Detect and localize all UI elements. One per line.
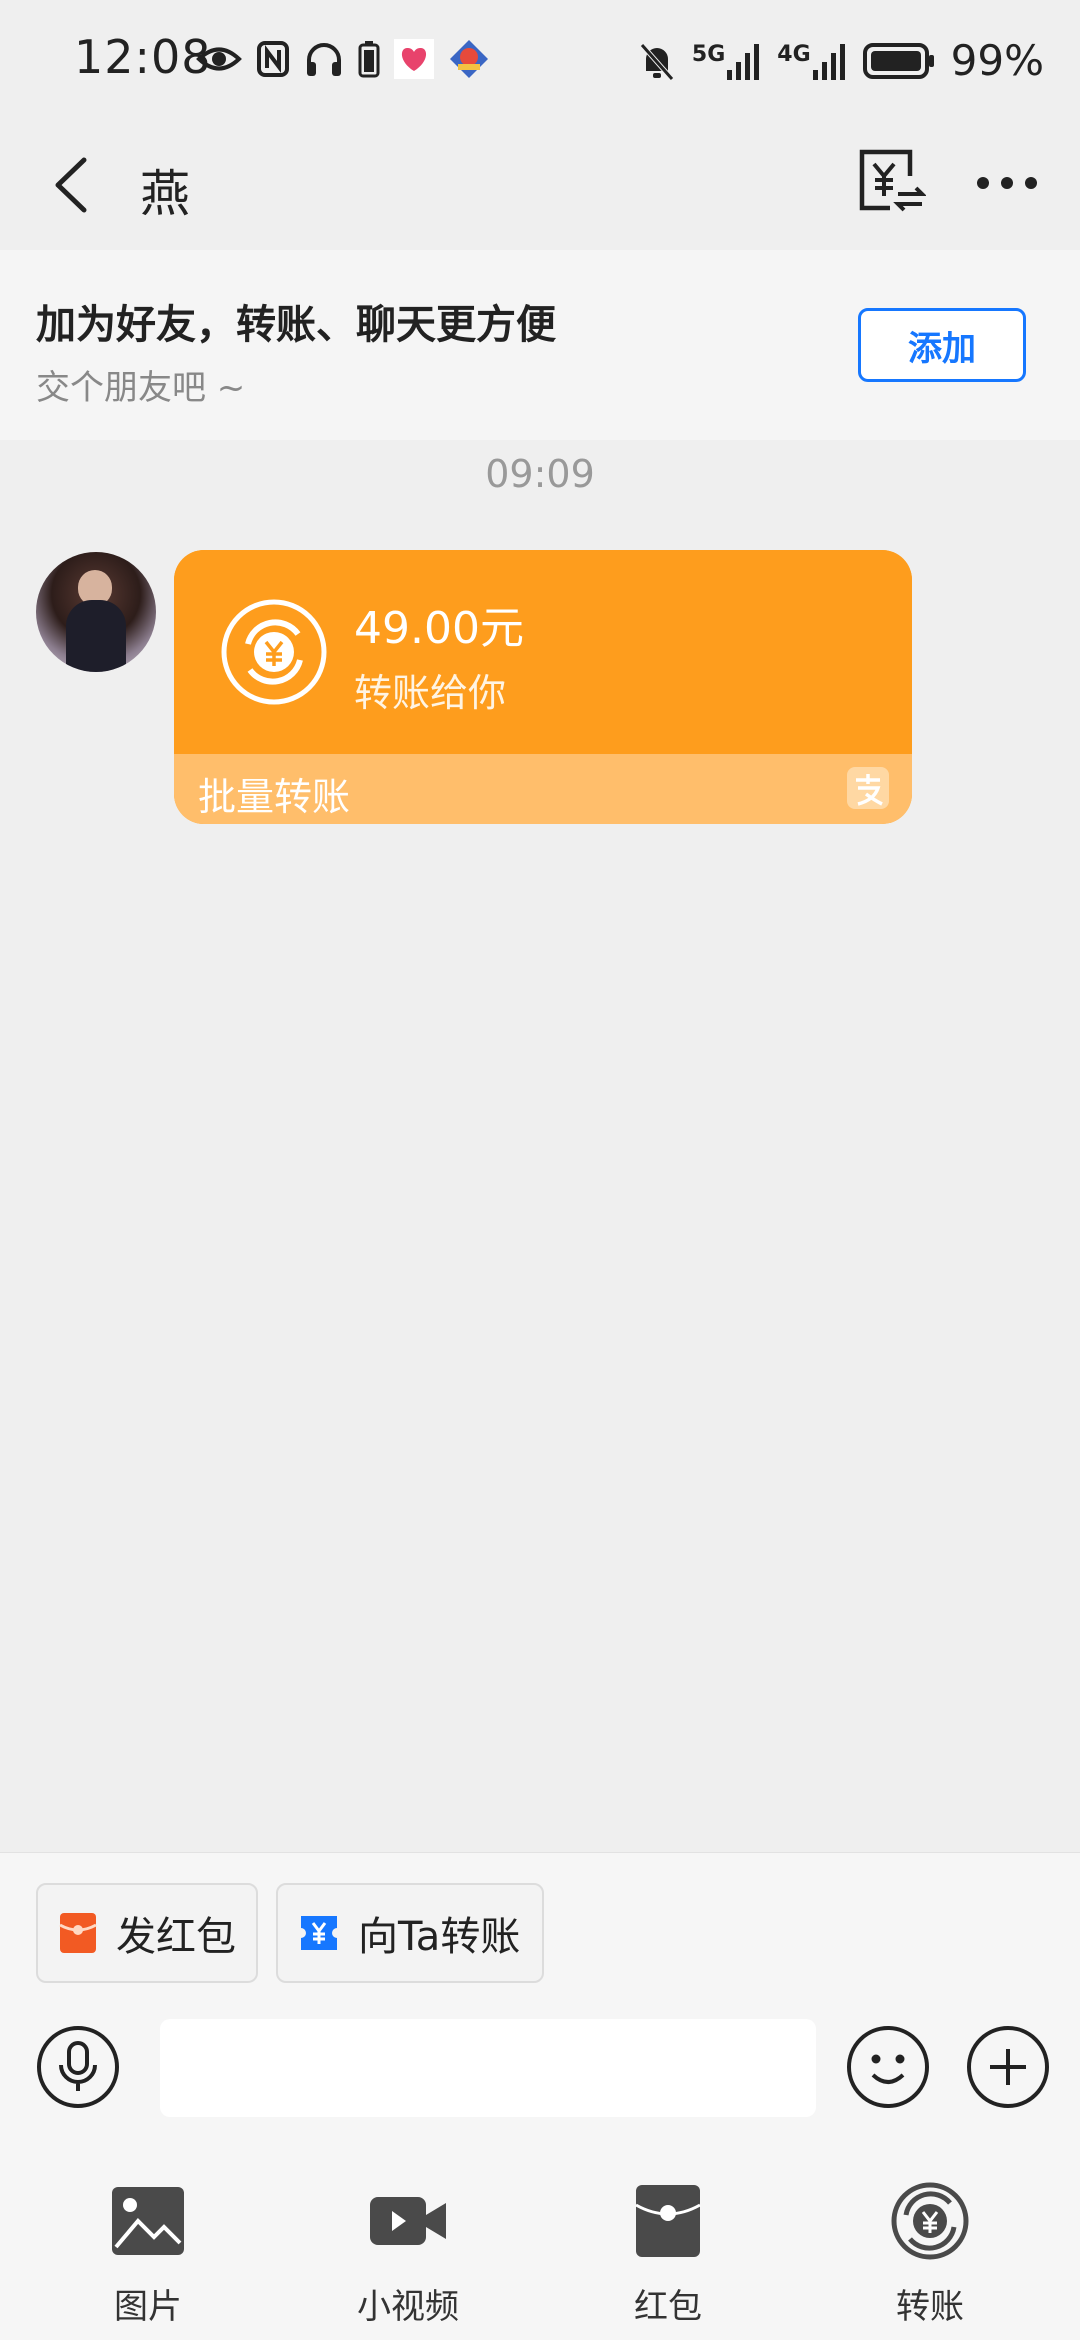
tool-short-video[interactable]: 小视频 [308, 2173, 508, 2340]
yuan-exchange-icon [859, 149, 927, 212]
message-timestamp: 09:09 [485, 452, 595, 496]
banner-subtitle: 交个朋友吧 ~ [36, 368, 246, 408]
signal-5g: 5G [692, 42, 761, 80]
transfer-amount: 49.00元 [354, 603, 524, 654]
redpacket-icon [635, 2185, 701, 2257]
redpacket-icon [59, 1913, 97, 1953]
add-friend-banner: 加为好友，转账、聊天更方便 交个朋友吧 ~ 添加 [0, 250, 1080, 440]
banner-title: 加为好友，转账、聊天更方便 [36, 302, 556, 348]
tool-redpacket[interactable]: 红包 [568, 2173, 768, 2340]
back-button[interactable] [40, 150, 110, 220]
network-5g-label: 5G [691, 41, 726, 67]
app-badge-icon [450, 40, 488, 78]
signal-bars-icon [727, 43, 760, 80]
battery-percent: 99% [950, 36, 1044, 85]
message-input[interactable] [160, 2019, 816, 2117]
video-camera-icon [370, 2197, 446, 2245]
avatar[interactable] [36, 552, 156, 672]
batch-transfer-label: 批量转账 [198, 775, 351, 819]
more-options-button[interactable] [972, 148, 1042, 218]
microphone-icon [37, 2026, 119, 2108]
tool-short-video-label: 小视频 [357, 2287, 459, 2327]
transfer-card-footer: 批量转账 [174, 754, 912, 824]
status-bar: 12:08 5G 4G 99% [0, 0, 1080, 120]
transfer-to-ta-chip[interactable]: 向Ta转账 [276, 1883, 544, 1983]
yuan-transfer-icon [221, 599, 327, 705]
yuan-ticket-icon [301, 1916, 337, 1950]
plus-icon [967, 2026, 1049, 2108]
more-actions-button[interactable] [966, 2025, 1050, 2109]
signal-bars-icon [812, 43, 845, 80]
chevron-left-icon [55, 157, 87, 213]
alipay-logo-icon [847, 767, 889, 809]
emoji-button[interactable] [846, 2025, 930, 2109]
mute-bell-icon [640, 42, 674, 81]
more-dots-icon [977, 177, 1037, 189]
tool-redpacket-label: 红包 [634, 2287, 702, 2327]
send-redpacket-label: 发红包 [116, 1914, 236, 1960]
image-icon [112, 2187, 184, 2255]
voice-input-button[interactable] [36, 2025, 120, 2109]
status-icons-left [196, 38, 490, 80]
headphones-icon [307, 43, 341, 76]
eye-icon [196, 47, 242, 71]
transfer-description: 转账给你 [354, 671, 507, 715]
smiley-icon [847, 2026, 929, 2108]
composer-panel: 发红包 向Ta转账 图片 小视频 红包 转账 [0, 1852, 1080, 2340]
add-friend-button[interactable]: 添加 [858, 308, 1026, 382]
transfer-card-main: 49.00元 转账给你 [174, 550, 912, 754]
avatar-body-shape [66, 600, 126, 672]
transfer-record-button[interactable] [856, 146, 927, 216]
chat-title: 燕 [140, 165, 190, 223]
tool-transfer-label: 转账 [896, 2287, 964, 2327]
nfc-icon [257, 41, 289, 77]
status-icons-right: 5G 4G 99% [638, 36, 1044, 85]
signal-4g: 4G [777, 42, 846, 80]
status-time: 12:08 [74, 30, 212, 84]
battery-small-icon [358, 41, 380, 78]
app-notification-icon [394, 39, 434, 79]
yuan-transfer-icon [891, 2182, 969, 2260]
tool-photos[interactable]: 图片 [48, 2173, 248, 2340]
tool-photos-label: 图片 [114, 2287, 182, 2327]
network-4g-label: 4G [777, 41, 811, 67]
transfer-to-ta-label: 向Ta转账 [358, 1914, 521, 1960]
transfer-card[interactable]: 49.00元 转账给你 批量转账 [174, 550, 912, 824]
chat-header: 燕 [0, 120, 1080, 250]
battery-icon [862, 42, 934, 79]
tool-transfer[interactable]: 转账 [830, 2173, 1030, 2340]
send-redpacket-chip[interactable]: 发红包 [36, 1883, 258, 1983]
